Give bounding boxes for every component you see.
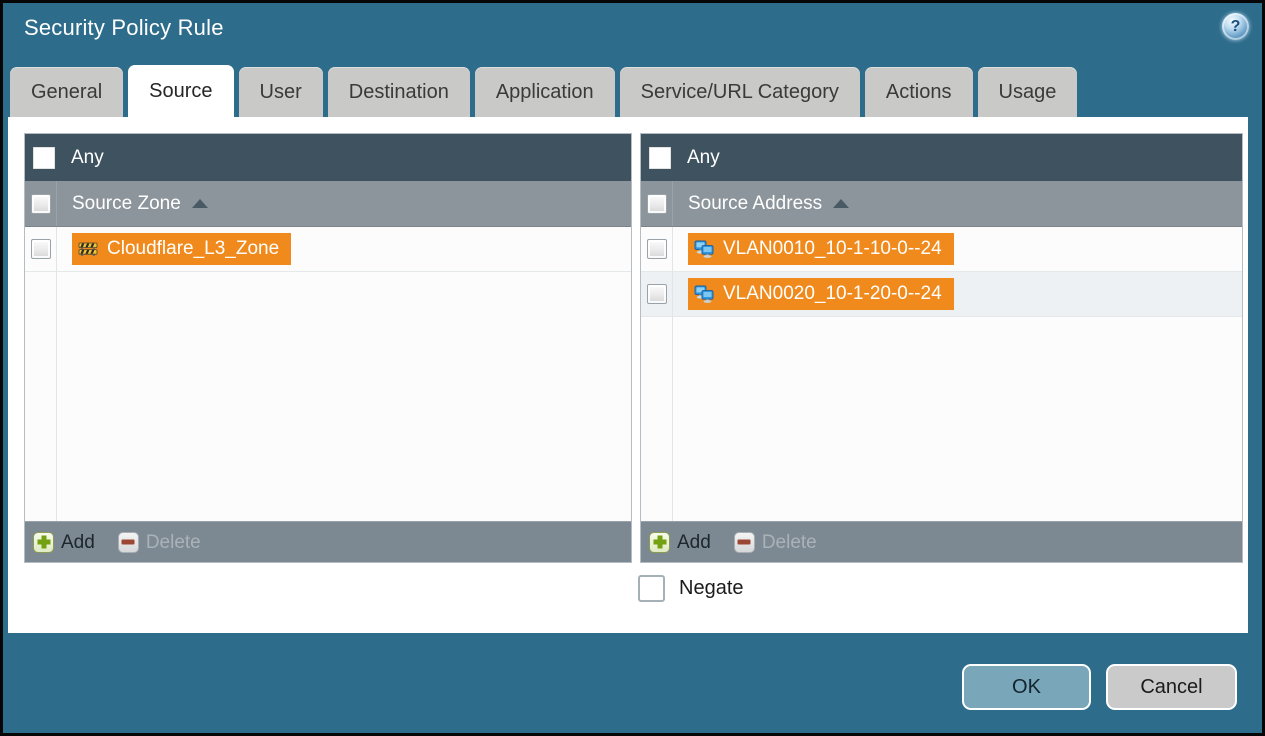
source-address-column-header[interactable]: Source Address bbox=[641, 181, 1242, 227]
negate-checkbox[interactable] bbox=[638, 575, 665, 602]
dialog-title: Security Policy Rule bbox=[24, 15, 224, 40]
ok-button[interactable]: OK bbox=[962, 664, 1091, 710]
source-address-list: VLAN0010_10-1-10-0--24 VLAN0020_10-1-20-… bbox=[641, 227, 1242, 521]
sort-asc-icon bbox=[833, 199, 850, 208]
address-name: VLAN0010_10-1-10-0--24 bbox=[723, 238, 942, 259]
tab-application[interactable]: Application bbox=[474, 67, 615, 117]
address-chip[interactable]: VLAN0010_10-1-10-0--24 bbox=[688, 233, 954, 265]
delete-icon bbox=[117, 531, 139, 553]
source-address-any-checkbox[interactable] bbox=[649, 146, 671, 169]
source-zone-any-checkbox[interactable] bbox=[33, 146, 55, 169]
cancel-button[interactable]: Cancel bbox=[1106, 664, 1237, 710]
tab-usage[interactable]: Usage bbox=[977, 67, 1078, 117]
add-icon bbox=[33, 531, 54, 553]
source-zone-panel: Any Source Zone Cloudflare_L3_Zone Add D… bbox=[24, 133, 632, 563]
source-zone-any-row: Any bbox=[25, 134, 631, 181]
tab-bar: General Source User Destination Applicat… bbox=[10, 65, 1255, 117]
delete-button[interactable]: Delete bbox=[733, 531, 817, 553]
source-tab-content: Any Source Zone Cloudflare_L3_Zone Add D… bbox=[8, 117, 1248, 633]
zone-icon bbox=[78, 242, 98, 256]
source-zone-select-all-checkbox[interactable] bbox=[30, 193, 51, 214]
source-address-column-title: Source Address bbox=[688, 192, 823, 214]
add-button[interactable]: Add bbox=[33, 531, 95, 553]
source-address-any-row: Any bbox=[641, 134, 1242, 181]
row-checkbox[interactable] bbox=[646, 239, 667, 259]
delete-icon bbox=[733, 531, 755, 553]
help-icon[interactable]: ? bbox=[1222, 13, 1249, 40]
source-zone-any-label: Any bbox=[71, 146, 104, 168]
tab-service-url-category[interactable]: Service/URL Category bbox=[619, 67, 860, 117]
add-icon bbox=[649, 531, 670, 553]
negate-row: Negate bbox=[638, 575, 744, 602]
tab-actions[interactable]: Actions bbox=[864, 67, 973, 117]
row-checkbox[interactable] bbox=[30, 239, 51, 259]
checkbox-column-divider bbox=[672, 227, 673, 521]
security-policy-rule-dialog: Security Policy Rule ? General Source Us… bbox=[0, 0, 1265, 736]
tab-source[interactable]: Source bbox=[128, 65, 234, 117]
sort-asc-icon bbox=[191, 199, 208, 208]
table-row[interactable]: VLAN0010_10-1-10-0--24 bbox=[641, 227, 1242, 272]
source-zone-toolbar: Add Delete bbox=[25, 521, 631, 562]
delete-button[interactable]: Delete bbox=[117, 531, 201, 553]
source-address-select-all-checkbox[interactable] bbox=[646, 193, 667, 214]
source-address-panel: Any Source Address VLAN0010_10-1-10-0--2… bbox=[640, 133, 1243, 563]
zone-name: Cloudflare_L3_Zone bbox=[107, 238, 280, 259]
address-icon bbox=[694, 285, 714, 303]
source-zone-column-title: Source Zone bbox=[72, 192, 181, 214]
address-icon bbox=[694, 240, 714, 258]
source-zone-list: Cloudflare_L3_Zone bbox=[25, 227, 631, 521]
tab-user[interactable]: User bbox=[238, 67, 323, 117]
tab-general[interactable]: General bbox=[10, 67, 124, 117]
row-checkbox[interactable] bbox=[646, 284, 667, 304]
address-name: VLAN0020_10-1-20-0--24 bbox=[723, 283, 942, 304]
table-row[interactable]: VLAN0020_10-1-20-0--24 bbox=[641, 272, 1242, 317]
source-address-toolbar: Add Delete bbox=[641, 521, 1242, 562]
tab-destination[interactable]: Destination bbox=[327, 67, 470, 117]
negate-label: Negate bbox=[679, 577, 744, 599]
address-chip[interactable]: VLAN0020_10-1-20-0--24 bbox=[688, 278, 954, 310]
source-zone-column-header[interactable]: Source Zone bbox=[25, 181, 631, 227]
zone-chip[interactable]: Cloudflare_L3_Zone bbox=[72, 233, 292, 265]
table-row[interactable]: Cloudflare_L3_Zone bbox=[25, 227, 631, 272]
help-glyph: ? bbox=[1230, 17, 1241, 35]
checkbox-column-divider bbox=[56, 227, 57, 521]
source-address-any-label: Any bbox=[687, 146, 720, 168]
add-button[interactable]: Add bbox=[649, 531, 711, 553]
